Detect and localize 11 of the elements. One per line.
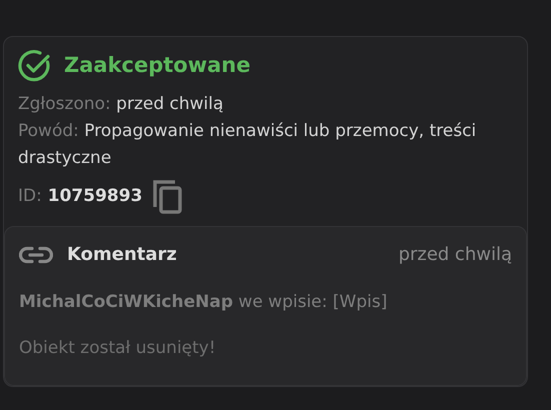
comment-context: MichalCoCiWKicheNap we wpisie: [Wpis] — [19, 291, 388, 314]
report-field: Zgłoszono: przed chwilą — [18, 91, 513, 118]
comment-title: Komentarz — [67, 243, 177, 267]
copy-icon[interactable] — [152, 179, 184, 215]
comment-time: przed chwilą — [398, 243, 512, 267]
check-circle-icon — [18, 49, 52, 83]
status-text: Zaakceptowane — [64, 52, 250, 80]
id-text: ID: 10759893 — [18, 185, 142, 208]
link-icon — [19, 246, 53, 264]
comment-body: Obiekt został usunięty! — [19, 336, 217, 360]
report-field: Powód: Propagowanie nienawiści lub przemocy, treści drastyczne — [18, 118, 513, 172]
